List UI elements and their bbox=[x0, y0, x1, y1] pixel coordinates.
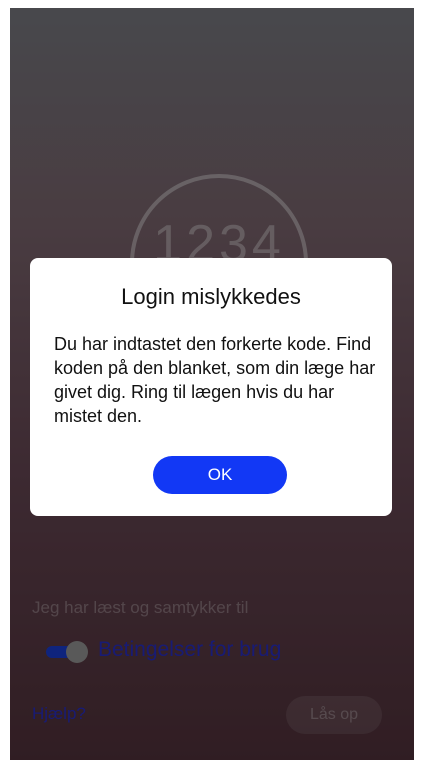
app-screen: 1234 Jeg har læst og samtykker til Betin… bbox=[10, 8, 414, 760]
login-failed-dialog: Login mislykkedes Du har indtastet den f… bbox=[30, 258, 392, 516]
dialog-title: Login mislykkedes bbox=[121, 284, 301, 309]
dialog-message: Du har indtastet den forkerte kode. Find… bbox=[54, 334, 376, 426]
ok-button[interactable]: OK bbox=[153, 456, 287, 494]
